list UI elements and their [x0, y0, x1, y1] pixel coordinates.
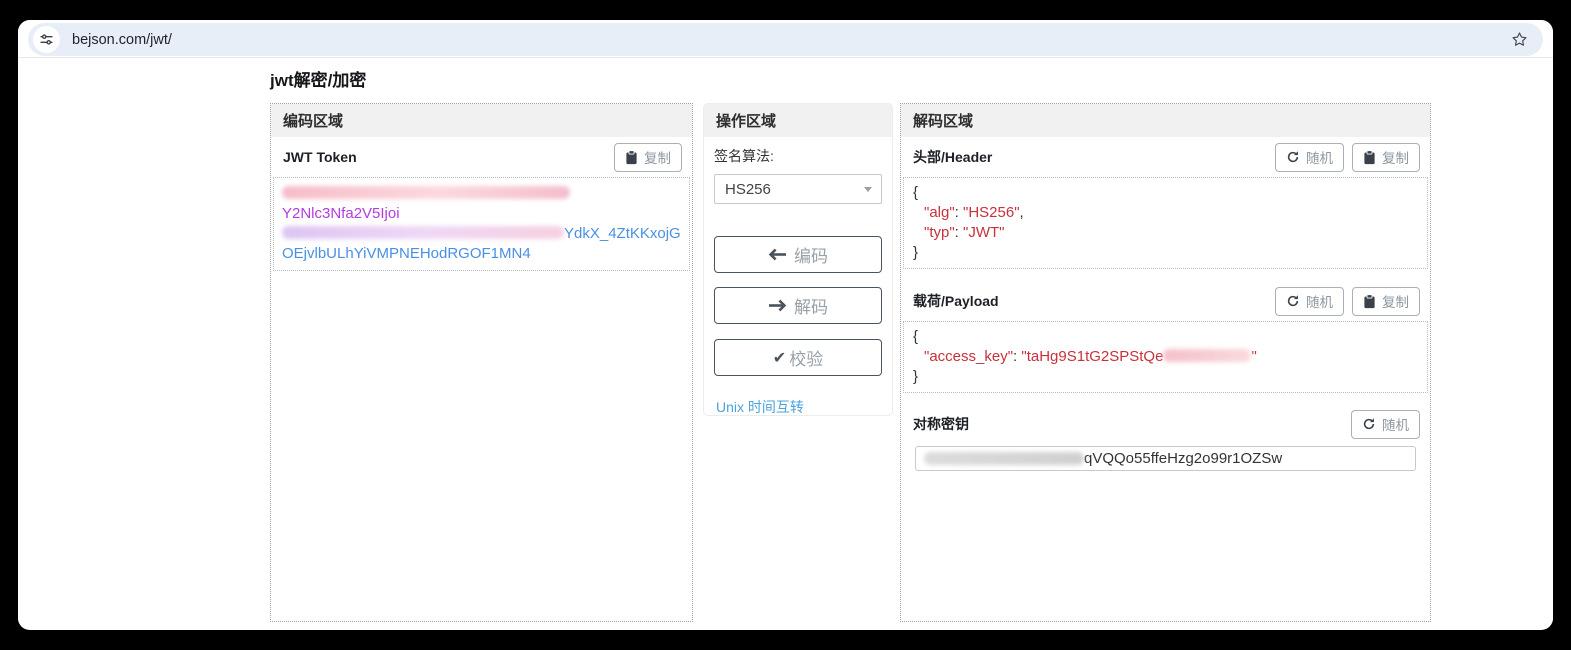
refresh-icon [1286, 150, 1300, 164]
verify-button-label: 校验 [789, 350, 824, 369]
screen: bejson.com/jwt/ jwt解密/加密 编码区域 JWT Token [0, 0, 1571, 650]
algorithm-selected-value: HS256 [725, 180, 771, 198]
json-line: "typ": "JWT" [913, 223, 1418, 243]
browser-toolbar: bejson.com/jwt/ [18, 20, 1553, 58]
redacted-blur [924, 452, 1084, 465]
key-section-row: 对称密钥 随机 [901, 404, 1430, 444]
url-text[interactable]: bejson.com/jwt/ [72, 32, 1510, 48]
payload-json-box[interactable]: { "access_key": "taHg9S1tG2SPStQe " } [903, 321, 1428, 393]
jwt-token-textarea[interactable]: Y2Nlc3Nfa2V5Ijoi YdkX_4ZtKKxojG OEjvlbUL… [273, 177, 690, 271]
payload-copy-button[interactable]: 复制 [1352, 286, 1420, 316]
refresh-icon [1362, 417, 1376, 431]
clipboard-icon [1363, 149, 1376, 165]
page-content: jwt解密/加密 编码区域 JWT Token 复制 Y2Nlc3Nfa2V5I… [18, 58, 1553, 629]
json-colon: : [954, 204, 964, 221]
encode-button-label: 编码 [794, 247, 828, 266]
json-line: "alg": "HS256", [913, 203, 1418, 223]
action-panel-header: 操作区域 [704, 104, 892, 137]
json-key: "alg" [924, 204, 955, 221]
unix-time-link[interactable]: Unix 时间互转 [716, 397, 804, 415]
arrow-left-icon [768, 248, 787, 261]
page-title: jwt解密/加密 [270, 71, 367, 90]
token-line: Y2Nlc3Nfa2V5Ijoi [282, 184, 681, 224]
header-section-buttons: 随机 复制 [1275, 142, 1420, 172]
decode-button[interactable]: 解码 [714, 287, 882, 324]
redacted-blur [282, 226, 564, 239]
redacted-blur [282, 186, 570, 199]
json-close-brace: } [913, 244, 919, 261]
json-line: } [913, 367, 1418, 387]
clipboard-icon [1363, 293, 1376, 309]
action-panel-body: 签名算法: HS256 编码 解码 ✔ 校验 Unix 时间互转 [704, 146, 892, 415]
header-random-button[interactable]: 随机 [1275, 142, 1344, 172]
json-open-brace: { [913, 184, 919, 201]
browser-window: bejson.com/jwt/ jwt解密/加密 编码区域 JWT Token [18, 20, 1553, 630]
json-key: "access_key" [924, 348, 1014, 365]
symmetric-key-input[interactable]: qVQQo55ffeHzg2o99r1OZSw [915, 446, 1416, 471]
json-line: } [913, 243, 1418, 263]
json-value: "HS256" [963, 204, 1020, 221]
header-random-label: 随机 [1306, 151, 1333, 166]
chevron-down-icon [864, 187, 872, 192]
header-section-row: 头部/Header 随机 复制 [901, 137, 1430, 177]
site-settings-button[interactable] [33, 26, 60, 53]
json-line: { [913, 327, 1418, 347]
encode-panel: 编码区域 JWT Token 复制 Y2Nlc3Nfa2V5Ijoi YdkX_… [270, 103, 693, 622]
json-key: "typ" [924, 224, 955, 241]
payload-section-label: 载荷/Payload [913, 293, 999, 309]
clipboard-icon [625, 149, 638, 165]
header-json-box[interactable]: { "alg": "HS256", "typ": "JWT" } [903, 177, 1428, 269]
algorithm-select[interactable]: HS256 [714, 174, 882, 204]
jwt-token-label: JWT Token [283, 149, 357, 165]
refresh-icon [1286, 294, 1300, 308]
key-random-label: 随机 [1382, 418, 1409, 433]
json-open-brace: { [913, 328, 919, 345]
key-section-label: 对称密钥 [913, 416, 969, 432]
token-payload-segment: Y2Nlc3Nfa2V5Ijoi [282, 205, 400, 222]
token-line: YdkX_4ZtKKxojG [282, 224, 681, 244]
payload-section-row: 载荷/Payload 随机 复制 [901, 281, 1430, 321]
copy-token-label: 复制 [644, 151, 671, 166]
header-copy-label: 复制 [1382, 151, 1409, 166]
key-random-button[interactable]: 随机 [1351, 409, 1420, 439]
header-copy-button[interactable]: 复制 [1352, 142, 1420, 172]
jwt-token-row: JWT Token 复制 [271, 137, 692, 177]
payload-section-buttons: 随机 复制 [1275, 286, 1420, 316]
header-section-label: 头部/Header [913, 149, 993, 165]
json-colon: : [954, 224, 964, 241]
token-line: OEjvlbULhYiVMPNEHodRGOF1MN4 [282, 244, 681, 264]
check-icon: ✔ [772, 349, 787, 367]
tune-icon [40, 34, 53, 45]
token-signature-segment: OEjvlbULhYiVMPNEHodRGOF1MN4 [282, 245, 531, 262]
json-value-close: " [1251, 348, 1257, 365]
address-bar[interactable]: bejson.com/jwt/ [28, 23, 1543, 56]
token-signature-segment: YdkX_4ZtKKxojG [564, 225, 681, 242]
copy-token-button[interactable]: 复制 [614, 142, 682, 172]
arrow-right-icon [768, 299, 787, 312]
payload-random-label: 随机 [1306, 295, 1333, 310]
json-line: "access_key": "taHg9S1tG2SPStQe " [913, 347, 1418, 367]
json-close-brace: } [913, 368, 919, 385]
payload-copy-label: 复制 [1382, 295, 1409, 310]
algorithm-label: 签名算法: [714, 148, 774, 164]
redacted-blur [1163, 349, 1252, 362]
decode-panel: 解码区域 头部/Header 随机 复制 {"alg": "HS256", "… [900, 103, 1431, 622]
decode-panel-header: 解码区域 [901, 104, 1430, 137]
bookmark-star-icon[interactable] [1510, 30, 1529, 49]
decode-button-label: 解码 [794, 298, 828, 317]
payload-random-button[interactable]: 随机 [1275, 286, 1344, 316]
json-value: "JWT" [963, 224, 1005, 241]
json-value: "taHg9S1tG2SPStQe [1021, 348, 1164, 365]
json-comma: , [1019, 204, 1024, 221]
action-panel: 操作区域 签名算法: HS256 编码 解码 ✔ 校验 Unix 时间互转 [703, 103, 893, 416]
encode-button[interactable]: 编码 [714, 236, 882, 273]
encode-panel-header: 编码区域 [271, 104, 692, 137]
symmetric-key-value: qVQQo55ffeHzg2o99r1OZSw [1084, 450, 1283, 467]
json-line: { [913, 183, 1418, 203]
verify-button[interactable]: ✔ 校验 [714, 339, 882, 376]
